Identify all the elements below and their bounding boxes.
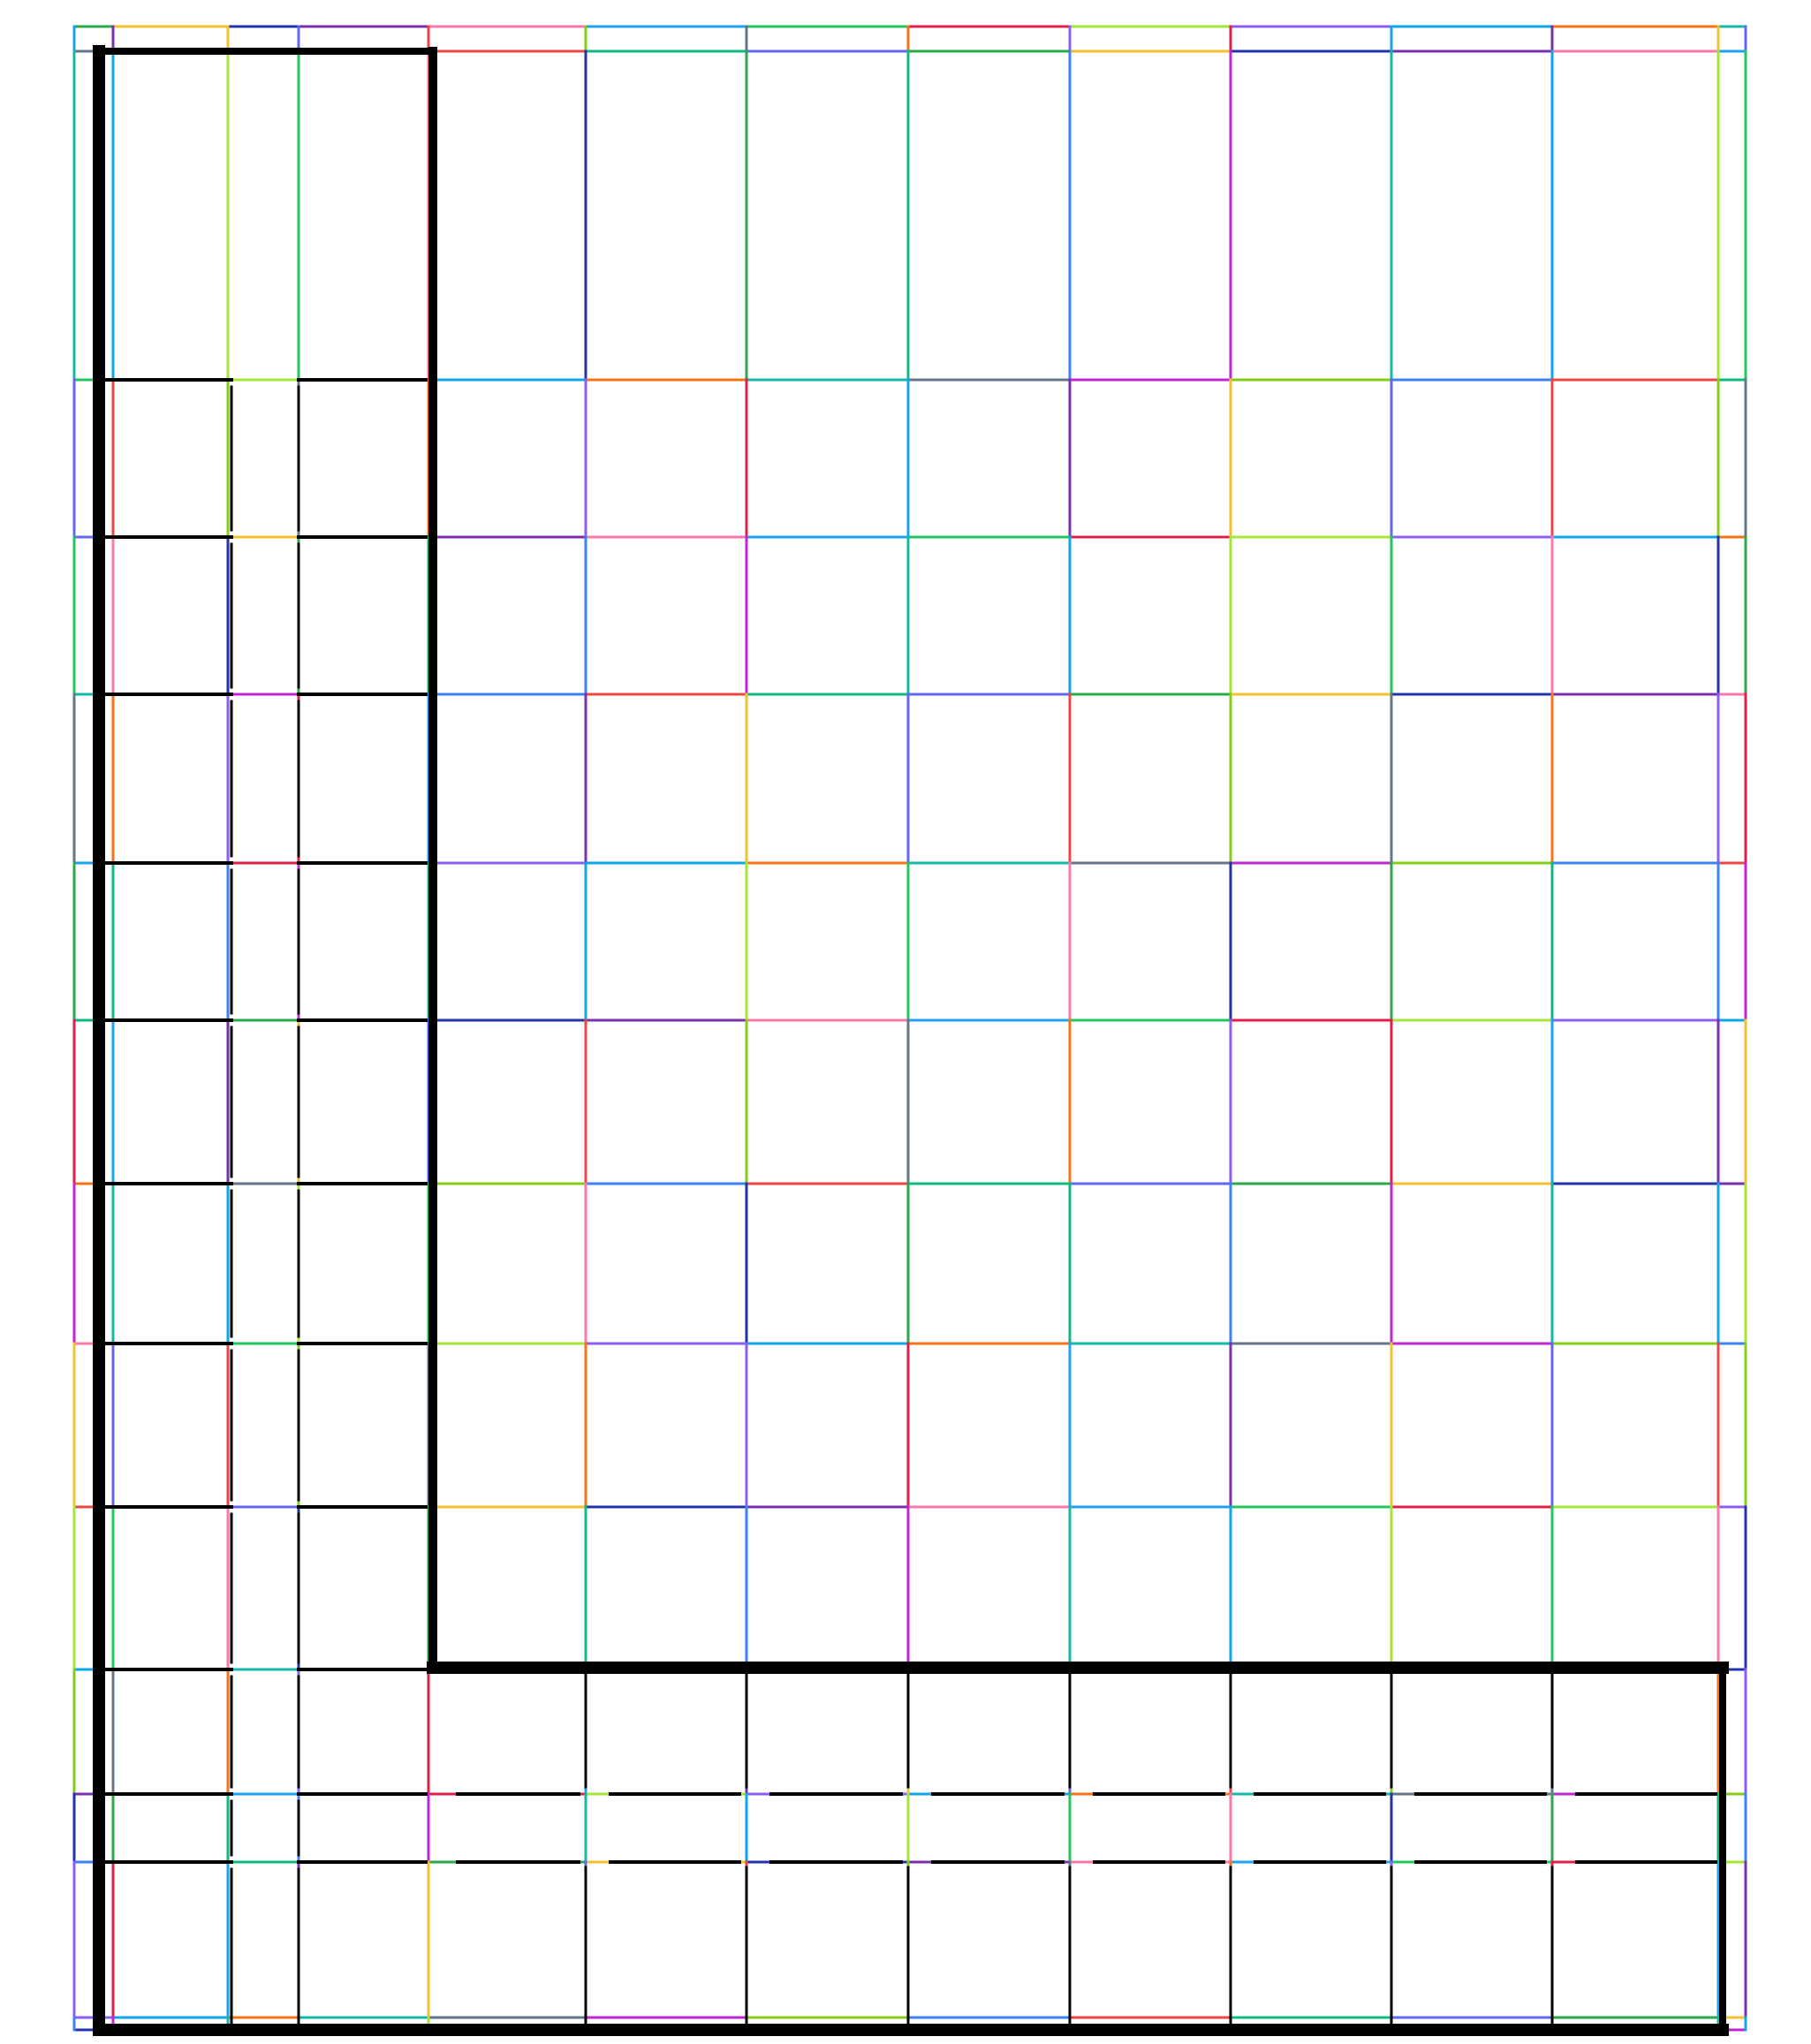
black-outline <box>93 45 1729 2036</box>
colored-grid-lines <box>72 25 1747 2032</box>
grid-diagram <box>72 25 1747 2036</box>
